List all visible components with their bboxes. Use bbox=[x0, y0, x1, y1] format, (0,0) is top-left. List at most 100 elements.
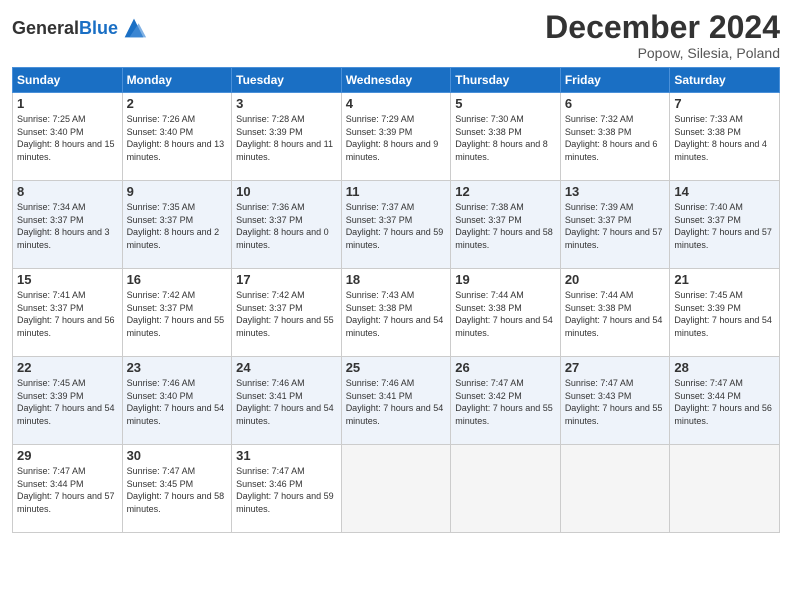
day-number: 16 bbox=[127, 272, 228, 287]
day-number: 8 bbox=[17, 184, 118, 199]
col-wednesday: Wednesday bbox=[341, 68, 451, 93]
day-number: 31 bbox=[236, 448, 337, 463]
day-info: Sunrise: 7:47 AMSunset: 3:42 PMDaylight:… bbox=[455, 377, 556, 427]
day-number: 23 bbox=[127, 360, 228, 375]
day-info: Sunrise: 7:47 AMSunset: 3:44 PMDaylight:… bbox=[674, 377, 775, 427]
day-info: Sunrise: 7:35 AMSunset: 3:37 PMDaylight:… bbox=[127, 201, 228, 251]
table-row: 15 Sunrise: 7:41 AMSunset: 3:37 PMDaylig… bbox=[13, 269, 123, 357]
day-number: 13 bbox=[565, 184, 666, 199]
day-number: 10 bbox=[236, 184, 337, 199]
col-monday: Monday bbox=[122, 68, 232, 93]
table-row: 30 Sunrise: 7:47 AMSunset: 3:45 PMDaylig… bbox=[122, 445, 232, 533]
col-friday: Friday bbox=[560, 68, 670, 93]
table-row: 16 Sunrise: 7:42 AMSunset: 3:37 PMDaylig… bbox=[122, 269, 232, 357]
day-number: 3 bbox=[236, 96, 337, 111]
table-row: 25 Sunrise: 7:46 AMSunset: 3:41 PMDaylig… bbox=[341, 357, 451, 445]
day-info: Sunrise: 7:28 AMSunset: 3:39 PMDaylight:… bbox=[236, 113, 337, 163]
month-title: December 2024 bbox=[545, 10, 780, 45]
header: GeneralBlue December 2024 Popow, Silesia… bbox=[12, 10, 780, 61]
table-row: 3 Sunrise: 7:28 AMSunset: 3:39 PMDayligh… bbox=[232, 93, 342, 181]
day-number: 5 bbox=[455, 96, 556, 111]
col-saturday: Saturday bbox=[670, 68, 780, 93]
calendar-week-row: 22 Sunrise: 7:45 AMSunset: 3:39 PMDaylig… bbox=[13, 357, 780, 445]
calendar-week-row: 8 Sunrise: 7:34 AMSunset: 3:37 PMDayligh… bbox=[13, 181, 780, 269]
table-row: 1 Sunrise: 7:25 AMSunset: 3:40 PMDayligh… bbox=[13, 93, 123, 181]
day-info: Sunrise: 7:29 AMSunset: 3:39 PMDaylight:… bbox=[346, 113, 447, 163]
day-number: 18 bbox=[346, 272, 447, 287]
day-number: 29 bbox=[17, 448, 118, 463]
day-info: Sunrise: 7:37 AMSunset: 3:37 PMDaylight:… bbox=[346, 201, 447, 251]
table-row: 22 Sunrise: 7:45 AMSunset: 3:39 PMDaylig… bbox=[13, 357, 123, 445]
table-row: 6 Sunrise: 7:32 AMSunset: 3:38 PMDayligh… bbox=[560, 93, 670, 181]
table-row: 27 Sunrise: 7:47 AMSunset: 3:43 PMDaylig… bbox=[560, 357, 670, 445]
day-number: 9 bbox=[127, 184, 228, 199]
day-info: Sunrise: 7:47 AMSunset: 3:44 PMDaylight:… bbox=[17, 465, 118, 515]
day-info: Sunrise: 7:41 AMSunset: 3:37 PMDaylight:… bbox=[17, 289, 118, 339]
day-number: 27 bbox=[565, 360, 666, 375]
table-row: 14 Sunrise: 7:40 AMSunset: 3:37 PMDaylig… bbox=[670, 181, 780, 269]
day-info: Sunrise: 7:42 AMSunset: 3:37 PMDaylight:… bbox=[236, 289, 337, 339]
day-number: 15 bbox=[17, 272, 118, 287]
page-container: GeneralBlue December 2024 Popow, Silesia… bbox=[0, 0, 792, 543]
day-number: 14 bbox=[674, 184, 775, 199]
day-info: Sunrise: 7:26 AMSunset: 3:40 PMDaylight:… bbox=[127, 113, 228, 163]
day-info: Sunrise: 7:44 AMSunset: 3:38 PMDaylight:… bbox=[455, 289, 556, 339]
table-row: 7 Sunrise: 7:33 AMSunset: 3:38 PMDayligh… bbox=[670, 93, 780, 181]
table-row: 12 Sunrise: 7:38 AMSunset: 3:37 PMDaylig… bbox=[451, 181, 561, 269]
day-info: Sunrise: 7:46 AMSunset: 3:41 PMDaylight:… bbox=[236, 377, 337, 427]
table-row bbox=[341, 445, 451, 533]
day-info: Sunrise: 7:36 AMSunset: 3:37 PMDaylight:… bbox=[236, 201, 337, 251]
table-row: 10 Sunrise: 7:36 AMSunset: 3:37 PMDaylig… bbox=[232, 181, 342, 269]
day-info: Sunrise: 7:40 AMSunset: 3:37 PMDaylight:… bbox=[674, 201, 775, 251]
table-row: 13 Sunrise: 7:39 AMSunset: 3:37 PMDaylig… bbox=[560, 181, 670, 269]
day-number: 12 bbox=[455, 184, 556, 199]
day-number: 25 bbox=[346, 360, 447, 375]
day-number: 1 bbox=[17, 96, 118, 111]
table-row: 21 Sunrise: 7:45 AMSunset: 3:39 PMDaylig… bbox=[670, 269, 780, 357]
day-number: 20 bbox=[565, 272, 666, 287]
table-row: 20 Sunrise: 7:44 AMSunset: 3:38 PMDaylig… bbox=[560, 269, 670, 357]
table-row: 5 Sunrise: 7:30 AMSunset: 3:38 PMDayligh… bbox=[451, 93, 561, 181]
table-row: 26 Sunrise: 7:47 AMSunset: 3:42 PMDaylig… bbox=[451, 357, 561, 445]
day-number: 7 bbox=[674, 96, 775, 111]
table-row: 9 Sunrise: 7:35 AMSunset: 3:37 PMDayligh… bbox=[122, 181, 232, 269]
table-row: 23 Sunrise: 7:46 AMSunset: 3:40 PMDaylig… bbox=[122, 357, 232, 445]
table-row bbox=[451, 445, 561, 533]
title-block: December 2024 Popow, Silesia, Poland bbox=[545, 10, 780, 61]
day-number: 26 bbox=[455, 360, 556, 375]
logo-icon bbox=[120, 14, 148, 42]
table-row: 8 Sunrise: 7:34 AMSunset: 3:37 PMDayligh… bbox=[13, 181, 123, 269]
day-number: 22 bbox=[17, 360, 118, 375]
calendar-header-row: Sunday Monday Tuesday Wednesday Thursday… bbox=[13, 68, 780, 93]
calendar-week-row: 1 Sunrise: 7:25 AMSunset: 3:40 PMDayligh… bbox=[13, 93, 780, 181]
day-number: 19 bbox=[455, 272, 556, 287]
day-number: 17 bbox=[236, 272, 337, 287]
table-row: 17 Sunrise: 7:42 AMSunset: 3:37 PMDaylig… bbox=[232, 269, 342, 357]
col-thursday: Thursday bbox=[451, 68, 561, 93]
col-tuesday: Tuesday bbox=[232, 68, 342, 93]
table-row: 28 Sunrise: 7:47 AMSunset: 3:44 PMDaylig… bbox=[670, 357, 780, 445]
table-row: 31 Sunrise: 7:47 AMSunset: 3:46 PMDaylig… bbox=[232, 445, 342, 533]
table-row: 24 Sunrise: 7:46 AMSunset: 3:41 PMDaylig… bbox=[232, 357, 342, 445]
day-number: 28 bbox=[674, 360, 775, 375]
table-row bbox=[670, 445, 780, 533]
calendar-week-row: 29 Sunrise: 7:47 AMSunset: 3:44 PMDaylig… bbox=[13, 445, 780, 533]
day-info: Sunrise: 7:25 AMSunset: 3:40 PMDaylight:… bbox=[17, 113, 118, 163]
day-number: 21 bbox=[674, 272, 775, 287]
day-info: Sunrise: 7:47 AMSunset: 3:43 PMDaylight:… bbox=[565, 377, 666, 427]
table-row: 29 Sunrise: 7:47 AMSunset: 3:44 PMDaylig… bbox=[13, 445, 123, 533]
day-number: 2 bbox=[127, 96, 228, 111]
day-number: 4 bbox=[346, 96, 447, 111]
day-info: Sunrise: 7:38 AMSunset: 3:37 PMDaylight:… bbox=[455, 201, 556, 251]
day-info: Sunrise: 7:47 AMSunset: 3:45 PMDaylight:… bbox=[127, 465, 228, 515]
day-info: Sunrise: 7:43 AMSunset: 3:38 PMDaylight:… bbox=[346, 289, 447, 339]
location: Popow, Silesia, Poland bbox=[545, 45, 780, 61]
table-row: 19 Sunrise: 7:44 AMSunset: 3:38 PMDaylig… bbox=[451, 269, 561, 357]
calendar-table: Sunday Monday Tuesday Wednesday Thursday… bbox=[12, 67, 780, 533]
table-row: 11 Sunrise: 7:37 AMSunset: 3:37 PMDaylig… bbox=[341, 181, 451, 269]
table-row: 18 Sunrise: 7:43 AMSunset: 3:38 PMDaylig… bbox=[341, 269, 451, 357]
calendar-week-row: 15 Sunrise: 7:41 AMSunset: 3:37 PMDaylig… bbox=[13, 269, 780, 357]
day-info: Sunrise: 7:33 AMSunset: 3:38 PMDaylight:… bbox=[674, 113, 775, 163]
day-info: Sunrise: 7:46 AMSunset: 3:41 PMDaylight:… bbox=[346, 377, 447, 427]
day-info: Sunrise: 7:42 AMSunset: 3:37 PMDaylight:… bbox=[127, 289, 228, 339]
